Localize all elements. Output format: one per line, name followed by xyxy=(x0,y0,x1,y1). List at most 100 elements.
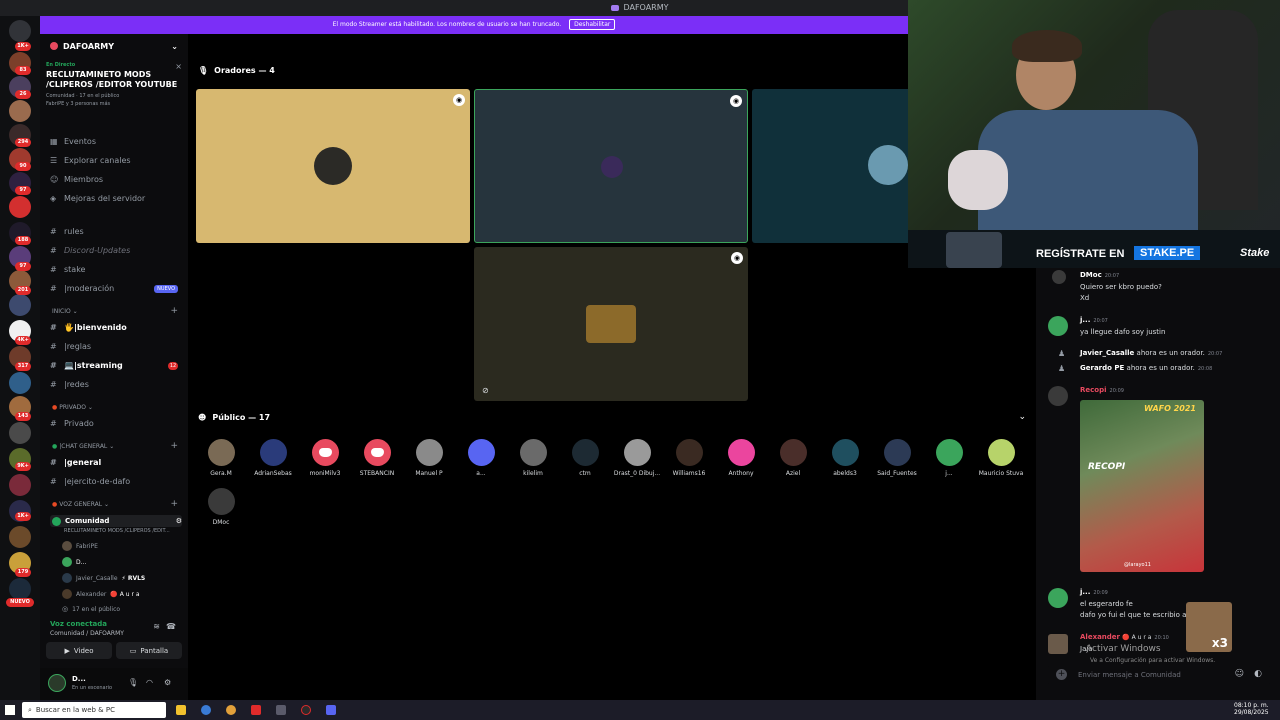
category-privado[interactable]: ● PRIVADO ⌄ xyxy=(52,404,93,411)
audience-member[interactable]: DMoc xyxy=(197,488,245,526)
noise-icon[interactable]: ≋ xyxy=(153,622,160,631)
channel-stake[interactable]: # stake xyxy=(50,265,85,274)
emoji-icon[interactable]: ☺ xyxy=(1235,669,1244,679)
disconnect-icon[interactable]: ☎ xyxy=(166,622,176,631)
server-icon[interactable] xyxy=(9,100,31,122)
speaker-tile[interactable] xyxy=(752,89,912,243)
channel-privado[interactable]: # Privado xyxy=(50,419,94,428)
obs-icon[interactable] xyxy=(301,705,311,715)
category-chat-general[interactable]: ● |CHAT GENERAL ⌄ xyxy=(52,443,114,450)
voice-user[interactable]: FabriPE xyxy=(62,541,98,551)
camera-icon[interactable]: ◉ xyxy=(453,94,465,106)
avatar xyxy=(831,439,859,466)
channel-streaming[interactable]: # 💻|streaming xyxy=(50,361,123,370)
youtube-icon[interactable] xyxy=(251,705,261,715)
home-icon[interactable] xyxy=(9,20,31,42)
nav-boosts[interactable]: ◈ Mejoras del servidor xyxy=(50,194,145,203)
audience-member[interactable]: Anthony xyxy=(717,439,765,477)
chrome-icon[interactable] xyxy=(226,705,236,715)
video-button[interactable]: ▶ Video xyxy=(46,642,112,659)
speaker-tile[interactable]: ◉ ⊘ xyxy=(474,247,748,401)
hash-icon: # xyxy=(50,341,57,351)
stage-channel-comunidad[interactable]: Comunidad ⚙ xyxy=(50,515,182,527)
audience-member[interactable]: abelds3 xyxy=(821,439,869,477)
game-icon[interactable]: ◐ xyxy=(1254,669,1262,679)
nav-events[interactable]: ▦ Eventos xyxy=(50,137,96,146)
disable-streamer-button[interactable]: Deshabilitar xyxy=(569,19,616,30)
category-voz-general[interactable]: ● VOZ GENERAL ⌄ xyxy=(52,501,109,508)
app-icon[interactable] xyxy=(276,705,286,715)
channel-general[interactable]: # |general xyxy=(50,458,101,467)
server-header[interactable]: DAFOARMY ⌄ xyxy=(40,34,188,58)
avatar xyxy=(868,145,908,185)
audience-member[interactable]: STEBANCIN xyxy=(353,439,401,477)
chat-image[interactable]: WAFO 2021 RECOPI @larayo11 xyxy=(1080,400,1204,572)
event-meta: Comunidad · 17 en el público xyxy=(46,93,120,99)
server-icon[interactable] xyxy=(9,196,31,218)
settings-icon[interactable]: ⚙ xyxy=(176,517,182,525)
nav-explore[interactable]: ☰ Explorar canales xyxy=(50,156,131,165)
channel-bienvenido[interactable]: # 🖐|bienvenido xyxy=(50,323,127,332)
boost-icon: ◈ xyxy=(50,193,57,203)
audience-member[interactable]: Drast_0 Dibuj... xyxy=(613,439,661,477)
audience-member[interactable]: Manuel P xyxy=(405,439,453,477)
speaker-tile[interactable]: ◉ xyxy=(196,89,470,243)
audience-member[interactable]: ctm xyxy=(561,439,609,477)
camera-icon[interactable]: ◉ xyxy=(730,95,742,107)
audience-member[interactable]: moniMilv3 xyxy=(301,439,349,477)
discord-icon[interactable] xyxy=(326,705,336,715)
channel-redes[interactable]: # |redes xyxy=(50,380,89,389)
taskbar-search[interactable]: ⌕ Buscar en la web & PC xyxy=(22,702,166,718)
audience-member[interactable]: Mauricio Stuva xyxy=(977,439,1025,477)
chevron-down-icon[interactable]: ⌄ xyxy=(1018,412,1026,422)
edge-icon[interactable] xyxy=(201,705,211,715)
file-explorer-icon[interactable] xyxy=(176,705,186,715)
stake-ad-bar: REGÍSTRATE EN STAKE.PE Stake xyxy=(908,230,1280,268)
add-channel-icon[interactable]: + xyxy=(170,499,178,509)
server-icon[interactable] xyxy=(9,422,31,444)
audience-member[interactable]: Aziel xyxy=(769,439,817,477)
audience-member[interactable]: Gera.M xyxy=(197,439,245,477)
camera-icon[interactable]: ◉ xyxy=(731,252,743,264)
audience-member[interactable]: j... xyxy=(925,439,973,477)
add-attachment-icon[interactable]: + xyxy=(1056,669,1067,680)
audience-name: AdrianSebas xyxy=(254,470,292,477)
server-icon[interactable] xyxy=(9,526,31,548)
voice-user[interactable]: Alexander 🔴 A u r a xyxy=(62,589,140,599)
voice-connection-panel: Voz conectada Comunidad / DAFOARMY ≋ ☎ ▶… xyxy=(40,614,188,666)
microphone-icon[interactable]: 🎙︎ xyxy=(128,678,138,687)
channel-reglas[interactable]: # |reglas xyxy=(50,342,91,351)
screen-share-button[interactable]: ▭ Pantalla xyxy=(116,642,182,659)
add-channel-icon[interactable]: + xyxy=(170,441,178,451)
speaker-tile[interactable]: ◉ xyxy=(474,89,748,243)
audience-member[interactable]: AdrianSebas xyxy=(249,439,297,477)
headphones-icon[interactable]: ◠ xyxy=(146,678,153,687)
new-channel-badge: NUEVO xyxy=(154,285,178,293)
server-icon[interactable] xyxy=(9,372,31,394)
voice-user[interactable]: D... xyxy=(62,557,86,567)
avatar xyxy=(415,439,443,466)
channel-ejercito[interactable]: # |ejercito-de-dafo xyxy=(50,477,130,486)
server-icon[interactable] xyxy=(9,294,31,316)
windows-start-icon[interactable] xyxy=(5,705,15,715)
channel-rules[interactable]: # rules xyxy=(50,227,84,236)
voice-user[interactable]: Javier_Casalle ⚡ RVLS xyxy=(62,573,145,583)
avatar xyxy=(207,488,235,515)
server-icon[interactable] xyxy=(9,474,31,496)
audience-member[interactable]: a... xyxy=(457,439,505,477)
chat-message: j... 20:09 el esgerardo fe dafo yo fui el… xyxy=(1080,588,1200,619)
add-channel-icon[interactable]: + xyxy=(170,306,178,316)
channel-discord-updates[interactable]: # Discord-Updates xyxy=(50,246,130,255)
chat-input[interactable]: + Enviar mensaje a Comunidad ☺ ◐ xyxy=(1048,664,1270,686)
nav-members[interactable]: ☺ Miembros xyxy=(50,175,103,184)
gear-icon[interactable]: ⚙ xyxy=(164,678,171,687)
avatar[interactable] xyxy=(48,674,66,692)
live-event-card[interactable]: En Directo RECLUTAMINETO MODS /CLIPEROS … xyxy=(46,62,182,124)
channel-moderacion[interactable]: # |moderación xyxy=(50,284,114,293)
audience-member[interactable]: Williams16 xyxy=(665,439,713,477)
audience-member[interactable]: kilelim xyxy=(509,439,557,477)
audience-member[interactable]: Said_Fuentes xyxy=(873,439,921,477)
category-inicio[interactable]: INICIO ⌄ xyxy=(52,308,78,315)
close-icon[interactable]: × xyxy=(175,62,182,71)
server-icon[interactable] xyxy=(9,578,31,600)
